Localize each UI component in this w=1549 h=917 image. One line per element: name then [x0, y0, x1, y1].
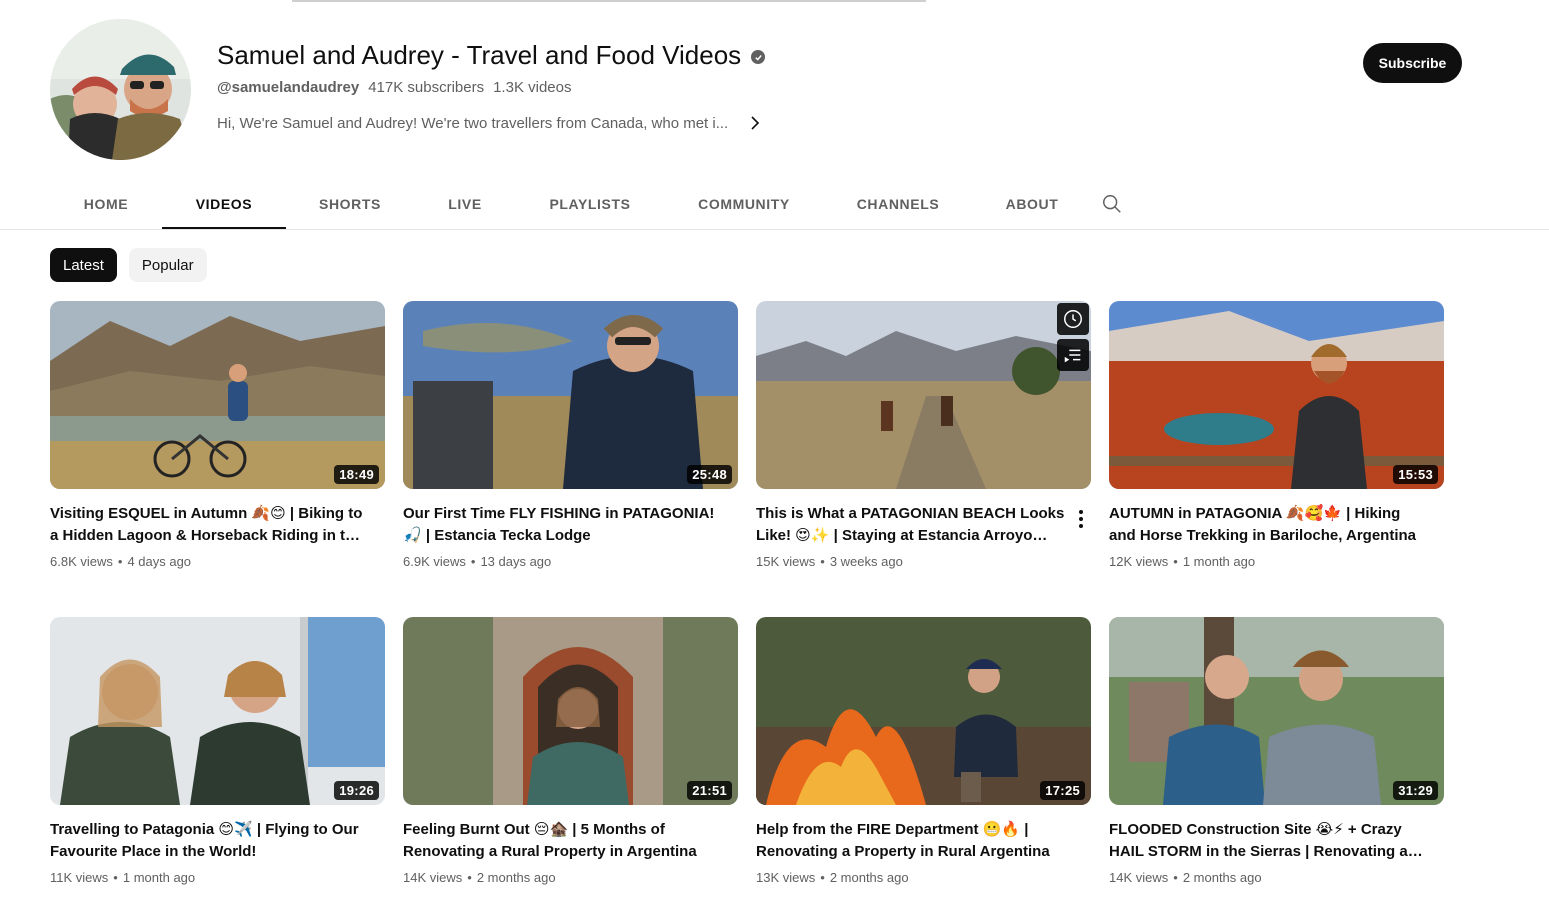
tab-videos[interactable]: VIDEOS	[162, 178, 286, 230]
video-title[interactable]: This is What a PATAGONIAN BEACH Looks Li…	[756, 503, 1074, 547]
more-actions-icon[interactable]	[1071, 507, 1091, 531]
tab-channels[interactable]: CHANNELS	[824, 178, 972, 230]
video-age: 4 days ago	[127, 554, 192, 569]
video-card[interactable]: 17:25 Help from the FIRE Department 😬🔥 |…	[756, 617, 1091, 917]
channel-handle: @samuelandaudrey	[217, 78, 360, 96]
video-meta: 12K views • 1 month ago	[1109, 554, 1256, 569]
tab-shorts[interactable]: SHORTS	[286, 178, 414, 230]
video-views: 6.9K views	[403, 554, 466, 569]
chip-latest[interactable]: Latest	[50, 248, 117, 282]
video-title[interactable]: Help from the FIRE Department 😬🔥 | Renov…	[756, 819, 1074, 863]
video-card[interactable]: This is What a PATAGONIAN BEACH Looks Li…	[756, 301, 1091, 617]
video-card[interactable]: 15:53 AUTUMN in PATAGONIA 🍂🥰🍁 | Hiking a…	[1109, 301, 1444, 617]
tab-community[interactable]: COMMUNITY	[664, 178, 824, 230]
verified-check-icon	[751, 50, 766, 64]
tab-playlists[interactable]: PLAYLISTS	[516, 178, 664, 230]
video-card[interactable]: 31:29 FLOODED Construction Site 😭⚡ + Cra…	[1109, 617, 1444, 917]
video-thumbnail[interactable]: 31:29	[1109, 617, 1444, 805]
video-age: 1 month ago	[122, 870, 196, 885]
video-age: 3 weeks ago	[829, 554, 903, 569]
video-count: 1.3K videos	[493, 78, 572, 96]
video-views: 11K views	[50, 870, 109, 885]
channel-avatar[interactable]	[50, 19, 191, 160]
video-age: 2 months ago	[476, 870, 556, 885]
video-meta: 6.8K views • 4 days ago	[50, 554, 192, 569]
video-meta: 13K views • 2 months ago	[756, 870, 909, 885]
channel-info: Samuel and Audrey - Travel and Food Vide…	[217, 38, 1117, 133]
video-views: 14K views	[1109, 870, 1169, 885]
video-meta: 14K views • 2 months ago	[403, 870, 556, 885]
hover-actions	[1057, 303, 1089, 371]
video-title[interactable]: AUTUMN in PATAGONIA 🍂🥰🍁 | Hiking and Hor…	[1109, 503, 1427, 547]
video-duration: 18:49	[334, 465, 379, 484]
video-duration: 15:53	[1393, 465, 1438, 484]
video-age: 2 months ago	[829, 870, 909, 885]
video-thumbnail[interactable]: 25:48	[403, 301, 738, 489]
video-thumbnail[interactable]: 19:26	[50, 617, 385, 805]
sort-chips: Latest Popular	[50, 248, 207, 282]
subscribe-button[interactable]: Subscribe	[1363, 43, 1462, 83]
tab-home[interactable]: HOME	[50, 178, 162, 230]
search-icon[interactable]	[1092, 178, 1132, 230]
add-to-queue-icon[interactable]	[1057, 339, 1089, 371]
tab-about[interactable]: ABOUT	[972, 178, 1092, 230]
video-duration: 19:26	[334, 781, 379, 800]
channel-description-row[interactable]: Hi, We're Samuel and Audrey! We're two t…	[217, 113, 1117, 133]
video-thumbnail[interactable]: 15:53	[1109, 301, 1444, 489]
video-views: 13K views	[756, 870, 816, 885]
video-title[interactable]: Feeling Burnt Out 😔🏚️ | 5 Months of Reno…	[403, 819, 721, 863]
video-meta: 6.9K views • 13 days ago	[403, 554, 552, 569]
video-card[interactable]: 25:48 Our First Time FLY FISHING in PATA…	[403, 301, 738, 617]
top-loading-bar	[292, 0, 926, 2]
channel-name: Samuel and Audrey - Travel and Food Vide…	[217, 39, 742, 70]
video-duration: 21:51	[687, 781, 732, 800]
video-card[interactable]: 21:51 Feeling Burnt Out 😔🏚️ | 5 Months o…	[403, 617, 738, 917]
video-card[interactable]: 19:26 Travelling to Patagonia 😊✈️ | Flyi…	[50, 617, 385, 917]
video-views: 14K views	[403, 870, 463, 885]
video-views: 15K views	[756, 554, 816, 569]
video-meta: 14K views • 2 months ago	[1109, 870, 1262, 885]
tab-live[interactable]: LIVE	[414, 178, 516, 230]
channel-meta: @samuelandaudrey 417K subscribers 1.3K v…	[217, 78, 1117, 96]
video-thumbnail[interactable]: 21:51	[403, 617, 738, 805]
video-age: 1 month ago	[1182, 554, 1256, 569]
video-views: 6.8K views	[50, 554, 113, 569]
video-thumbnail[interactable]: 18:49	[50, 301, 385, 489]
video-duration: 25:48	[687, 465, 732, 484]
video-meta: 11K views • 1 month ago	[50, 870, 196, 885]
video-title[interactable]: Our First Time FLY FISHING in PATAGONIA!…	[403, 503, 721, 547]
chevron-right-icon[interactable]	[745, 113, 765, 133]
video-duration: 31:29	[1393, 781, 1438, 800]
channel-tabs: HOME VIDEOS SHORTS LIVE PLAYLISTS COMMUN…	[50, 178, 1132, 230]
video-title[interactable]: Visiting ESQUEL in Autumn 🍂😊 | Biking to…	[50, 503, 368, 547]
chip-popular[interactable]: Popular	[128, 248, 207, 282]
channel-title-row: Samuel and Audrey - Travel and Food Vide…	[217, 38, 1117, 72]
subscriber-count: 417K subscribers	[368, 78, 485, 96]
video-card[interactable]: 18:49 Visiting ESQUEL in Autumn 🍂😊 | Bik…	[50, 301, 385, 617]
video-age: 2 months ago	[1182, 870, 1262, 885]
video-grid: 18:49 Visiting ESQUEL in Autumn 🍂😊 | Bik…	[50, 301, 1444, 917]
video-thumbnail[interactable]	[756, 301, 1091, 489]
watch-later-icon[interactable]	[1057, 303, 1089, 335]
video-thumbnail[interactable]: 17:25	[756, 617, 1091, 805]
channel-description[interactable]: Hi, We're Samuel and Audrey! We're two t…	[217, 115, 731, 132]
video-title[interactable]: FLOODED Construction Site 😭⚡ + Crazy HAI…	[1109, 819, 1427, 863]
video-meta: 15K views • 3 weeks ago	[756, 554, 903, 569]
video-views: 12K views	[1109, 554, 1169, 569]
video-duration: 17:25	[1040, 781, 1085, 800]
video-title[interactable]: Travelling to Patagonia 😊✈️ | Flying to …	[50, 819, 368, 863]
tabs-divider	[0, 229, 1549, 230]
video-age: 13 days ago	[480, 554, 552, 569]
